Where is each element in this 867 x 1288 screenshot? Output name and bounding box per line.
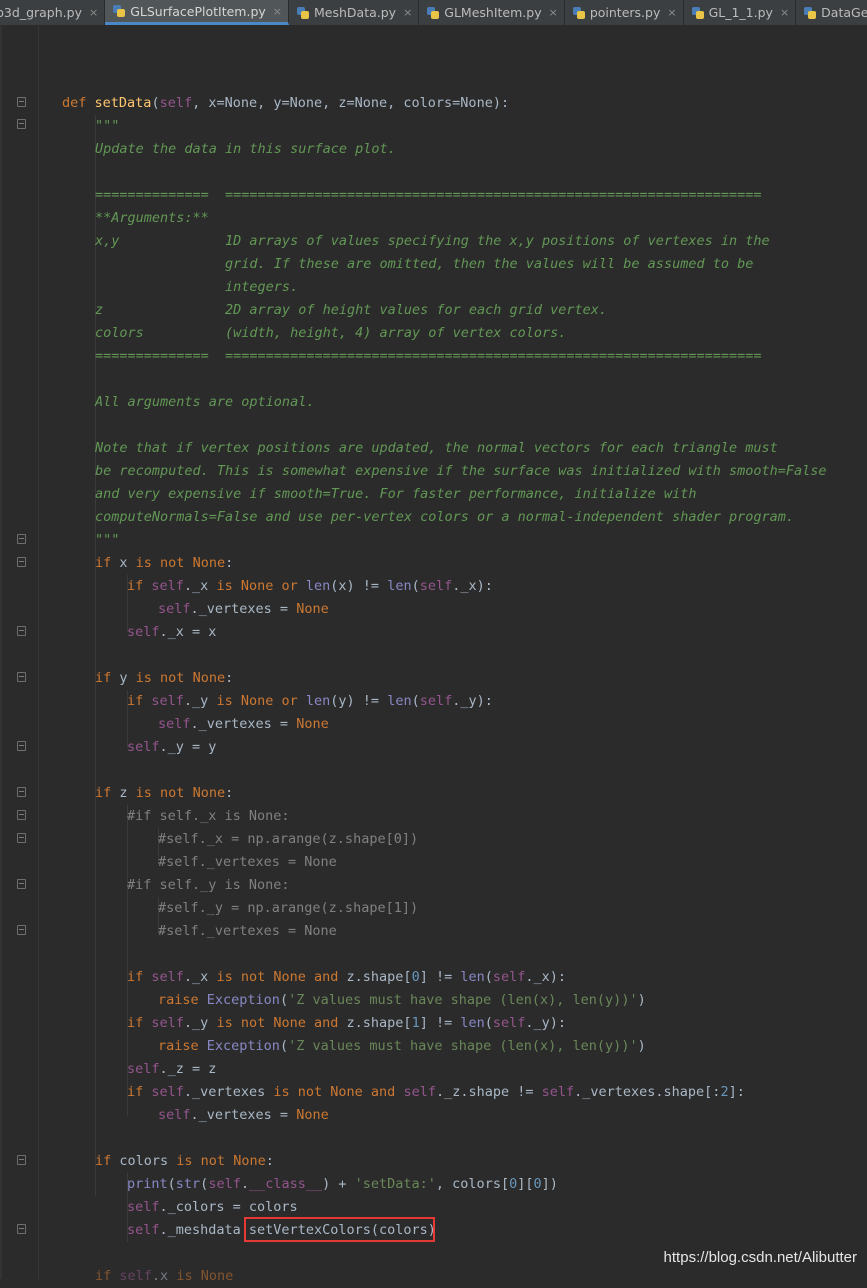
- fold-toggle-icon[interactable]: [17, 833, 26, 843]
- red-highlight-box: [244, 1217, 435, 1242]
- fold-toggle-icon[interactable]: [17, 741, 26, 751]
- close-icon[interactable]: ×: [778, 6, 789, 19]
- paren: (: [151, 95, 160, 111]
- docstring-close: """: [95, 532, 120, 548]
- close-icon[interactable]: ×: [87, 6, 98, 19]
- fold-toggle-icon[interactable]: [17, 1224, 26, 1234]
- code-raise-1: raise Exception('Z values must have shap…: [158, 992, 646, 1008]
- python-file-icon: [113, 5, 126, 17]
- docstring-xy-line3: integers.: [95, 279, 299, 295]
- docstring-note-3: and very expensive if smooth=True. For f…: [95, 486, 697, 502]
- def-keyword: def: [62, 95, 87, 111]
- fold-toggle-icon[interactable]: [17, 534, 26, 544]
- comment-line-6: #self._vertexes = None: [158, 923, 337, 939]
- watermark: https://blog.csdn.net/Alibutter: [663, 1249, 857, 1266]
- code-check-vertexes-shape: if self._vertexes is not None and self._…: [127, 1084, 745, 1100]
- code-assign-z: self._z = z: [127, 1061, 217, 1077]
- fold-toggle-icon[interactable]: [17, 787, 26, 797]
- tab-label: pointers.py: [589, 5, 661, 20]
- code-assign-x: self._x = x: [127, 624, 217, 640]
- code-reset-vertexes-y: self._vertexes = None: [158, 716, 329, 732]
- code-if-x: if x is not None:: [95, 555, 234, 571]
- code-if-x-len: if self._x is None or len(x) != len(self…: [127, 578, 493, 594]
- code-partial-line: if self.x is None: [95, 1268, 234, 1284]
- paren-close: ):: [492, 95, 510, 111]
- tab-label: GLSurfacePlotItem.py: [130, 3, 266, 19]
- tab-datagenerate[interactable]: DataGenerate: [796, 0, 867, 25]
- fold-toggle-icon[interactable]: [17, 626, 26, 636]
- gutter-strip: [0, 26, 2, 1279]
- close-icon[interactable]: ×: [547, 6, 558, 19]
- python-file-icon: [691, 6, 704, 19]
- code-reset-vertexes-x: self._vertexes = None: [158, 601, 329, 617]
- docstring-optional: All arguments are optional.: [95, 394, 315, 410]
- comment-line-5: #self._y = np.arange(z.shape[1]): [158, 900, 419, 916]
- python-file-icon: [572, 6, 585, 19]
- function-name: setData: [94, 95, 152, 111]
- fold-toggle-icon[interactable]: [17, 557, 26, 567]
- python-file-icon: [297, 6, 309, 19]
- docstring-colors: colors (width, height, 4) array of verte…: [95, 325, 567, 341]
- code-check-x-shape: if self._x is not None and z.shape[0] !=…: [127, 969, 567, 985]
- tab-p3d-graph-py[interactable]: p3d_graph.py ×: [0, 0, 106, 25]
- docstring-args-heading: **Arguments:**: [95, 210, 209, 226]
- code-assign-colors: self._colors = colors: [127, 1199, 298, 1215]
- code-if-z: if z is not None:: [95, 785, 234, 801]
- code-reset-vertexes-z: self._vertexes = None: [158, 1107, 329, 1123]
- docstring-rule-bottom: ============== =========================…: [95, 348, 762, 364]
- tab-label: GLMeshItem.py: [444, 5, 542, 20]
- code-line-def: def setData(self, x=None, y=None, z=None…: [62, 92, 509, 115]
- python-file-icon: [427, 6, 440, 19]
- docstring-note-1: Note that if vertex positions are update…: [95, 440, 778, 456]
- code-if-colors: if colors is not None:: [95, 1153, 274, 1169]
- close-icon[interactable]: ×: [271, 5, 282, 18]
- docstring-xy-line1: x,y 1D arrays of values specifying the x…: [95, 233, 770, 249]
- code-if-y: if y is not None:: [95, 670, 234, 686]
- docstring-open: """: [95, 118, 120, 134]
- tab-meshdata-py[interactable]: MeshData.py ×: [289, 0, 420, 25]
- fold-toggle-icon[interactable]: [17, 925, 26, 935]
- comment-line-1: #if self._x is None:: [127, 808, 290, 824]
- comment-line-4: #if self._y is None:: [127, 877, 290, 893]
- code-assign-y: self._y = y: [127, 739, 217, 755]
- self-param: self: [159, 95, 193, 111]
- tab-glmeshitem-py[interactable]: GLMeshItem.py ×: [419, 0, 565, 25]
- docstring-note-2: be recomputed. This is somewhat expensiv…: [95, 463, 827, 479]
- tab-label: GL_1_1.py: [708, 5, 773, 20]
- fold-toggle-icon[interactable]: [17, 119, 26, 129]
- editor-tab-bar: p3d_graph.py × GLSurfacePlotItem.py × MeshDa…: [0, 0, 867, 26]
- python-file-icon: [804, 6, 817, 19]
- params: , x=None, y=None, z=None, colors=None: [192, 95, 493, 111]
- tab-label: DataGenerate: [821, 5, 867, 20]
- fold-toggle-icon[interactable]: [17, 97, 26, 107]
- comment-line-3: #self._vertexes = None: [158, 854, 337, 870]
- tab-label: MeshData.py: [314, 5, 397, 20]
- tab-label: p3d_graph.py: [0, 5, 82, 20]
- comment-line-2: #self._x = np.arange(z.shape[0]): [158, 831, 419, 847]
- docstring-note-4: computeNormals=False and use per-vertex …: [95, 509, 794, 525]
- tab-gl-1-1-py[interactable]: GL_1_1.py ×: [684, 0, 797, 25]
- code-editor[interactable]: def setData(self, x=None, y=None, z=None…: [0, 26, 867, 1284]
- docstring-xy-line2: grid. If these are omitted, then the val…: [95, 256, 754, 272]
- docstring-rule-top: ============== =========================…: [95, 187, 762, 203]
- close-icon[interactable]: ×: [401, 6, 412, 19]
- code-if-y-len: if self._y is None or len(y) != len(self…: [127, 693, 493, 709]
- close-icon[interactable]: ×: [665, 6, 676, 19]
- fold-toggle-icon[interactable]: [17, 810, 26, 820]
- docstring-z: z 2D array of height values for each gri…: [95, 302, 608, 318]
- fold-toggle-icon[interactable]: [17, 672, 26, 682]
- tab-glsurfaceplotitem-py[interactable]: GLSurfacePlotItem.py ×: [105, 0, 289, 25]
- tab-pointers-py[interactable]: pointers.py ×: [565, 0, 684, 25]
- code-print: print(str(self.__class__) + 'setData:', …: [127, 1176, 558, 1192]
- code-check-y-shape: if self._y is not None and z.shape[1] !=…: [127, 1015, 567, 1031]
- fold-toggle-icon[interactable]: [17, 1155, 26, 1165]
- docstring-summary: Update the data in this surface plot.: [95, 141, 396, 157]
- fold-toggle-icon[interactable]: [17, 879, 26, 889]
- code-raise-2: raise Exception('Z values must have shap…: [158, 1038, 646, 1054]
- gutter-separator: [38, 26, 39, 1279]
